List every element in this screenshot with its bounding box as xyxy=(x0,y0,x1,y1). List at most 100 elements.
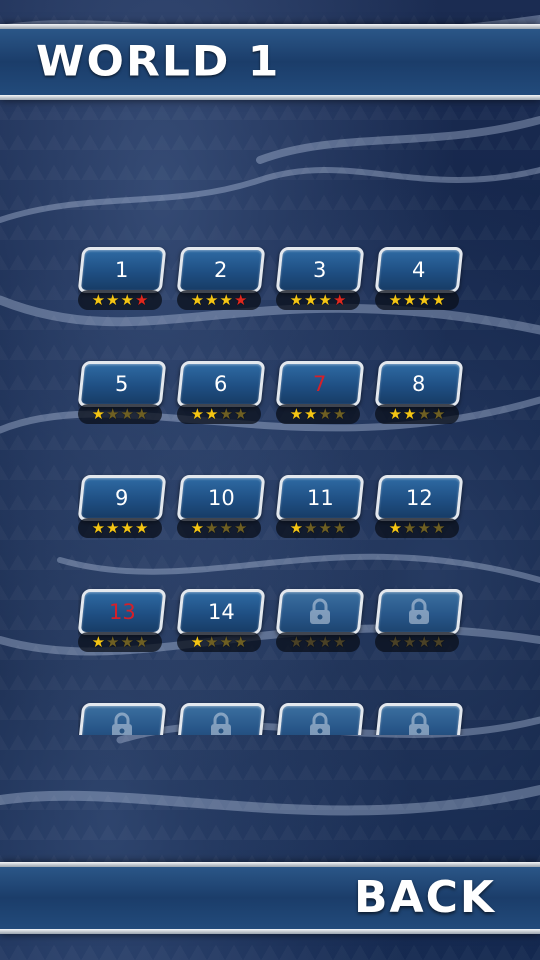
level-number: 9 xyxy=(115,486,129,510)
level-cell: 1 ★ ★ ★ ★ xyxy=(78,245,167,315)
star-icon: ★ xyxy=(120,632,134,651)
star-icon: ★ xyxy=(332,290,347,309)
level-cell: 3 ★ ★ ★ ★ xyxy=(275,245,365,315)
level-number: 8 xyxy=(412,372,426,396)
level-number: 14 xyxy=(207,600,235,624)
star-rating: ★ ★ ★ ★ xyxy=(375,290,459,310)
world-title: WORLD 1 xyxy=(36,37,281,86)
star-rating: ★ ★ ★ ★ xyxy=(177,404,261,424)
star-icon: ★ xyxy=(134,404,149,423)
level-number: 10 xyxy=(207,486,235,510)
star-icon: ★ xyxy=(304,404,318,423)
star-icon: ★ xyxy=(91,290,106,309)
level-button[interactable]: 5 xyxy=(78,361,167,407)
level-cell: 10 ★ ★ ★ ★ xyxy=(176,473,266,543)
level-button[interactable]: 2 xyxy=(176,247,266,293)
star-icon: ★ xyxy=(205,404,219,423)
level-cell: 9 ★ ★ ★ ★ xyxy=(78,473,167,543)
level-button[interactable]: 6 xyxy=(176,361,266,407)
level-button[interactable]: 13 xyxy=(78,589,167,635)
star-rating: ★ ★ ★ ★ xyxy=(375,404,459,424)
level-number: 2 xyxy=(214,258,228,282)
star-rating: ★ ★ ★ ★ xyxy=(177,518,261,538)
star-icon: ★ xyxy=(318,632,332,651)
level-button[interactable]: 4 xyxy=(374,247,464,293)
star-icon: ★ xyxy=(289,632,304,651)
star-rating: ★ ★ ★ ★ xyxy=(276,404,360,424)
level-cell: 8 ★ ★ ★ ★ xyxy=(374,359,464,429)
star-icon: ★ xyxy=(304,290,318,309)
star-rating: ★ ★ ★ ★ xyxy=(276,518,360,538)
level-number: 13 xyxy=(108,600,136,624)
header-bar: WORLD 1 xyxy=(0,24,540,100)
star-icon: ★ xyxy=(289,290,304,309)
star-icon: ★ xyxy=(388,632,403,651)
star-icon: ★ xyxy=(190,632,205,651)
star-icon: ★ xyxy=(219,404,233,423)
star-icon: ★ xyxy=(304,518,318,537)
star-rating: ★ ★ ★ ★ xyxy=(177,632,261,652)
star-icon: ★ xyxy=(417,290,431,309)
star-icon: ★ xyxy=(332,404,347,423)
level-number: 7 xyxy=(313,372,327,396)
star-icon: ★ xyxy=(106,404,120,423)
level-cell xyxy=(78,701,167,735)
star-icon: ★ xyxy=(403,404,417,423)
level-cell: 12 ★ ★ ★ ★ xyxy=(374,473,464,543)
star-icon: ★ xyxy=(91,404,106,423)
level-number: 12 xyxy=(405,486,433,510)
star-icon: ★ xyxy=(134,632,149,651)
star-icon: ★ xyxy=(431,632,446,651)
level-button[interactable]: 7 xyxy=(275,361,365,407)
back-button[interactable]: BACK xyxy=(354,872,496,923)
level-grid: 1 ★ ★ ★ ★ 2 ★ ★ ★ ★ 3 ★ ★ ★ ★ 4 ★ ★ ★ ★ 5 ★ ★ ★ ★ 6 ★ ★ ★ ★ 7 ★ ★ ★ ★ 8 ★ ★ ★ ★… xyxy=(78,245,468,735)
level-cell: 7 ★ ★ ★ ★ xyxy=(275,359,365,429)
level-button[interactable]: 10 xyxy=(176,475,266,521)
level-button-locked[interactable] xyxy=(275,589,365,635)
star-icon: ★ xyxy=(417,632,431,651)
star-icon: ★ xyxy=(417,404,431,423)
level-cell: 13 ★ ★ ★ ★ xyxy=(78,587,167,657)
star-icon: ★ xyxy=(219,518,233,537)
star-icon: ★ xyxy=(91,632,106,651)
star-icon: ★ xyxy=(120,404,134,423)
star-rating: ★ ★ ★ ★ xyxy=(78,404,162,424)
level-cell: 2 ★ ★ ★ ★ xyxy=(176,245,266,315)
level-button[interactable]: 1 xyxy=(78,247,167,293)
star-icon: ★ xyxy=(318,518,332,537)
star-rating: ★ ★ ★ ★ xyxy=(78,290,162,310)
star-icon: ★ xyxy=(120,518,134,537)
star-icon: ★ xyxy=(388,290,403,309)
star-icon: ★ xyxy=(431,518,446,537)
star-icon: ★ xyxy=(106,632,120,651)
level-button-locked[interactable] xyxy=(78,703,167,735)
level-button-locked[interactable] xyxy=(176,703,266,735)
level-button[interactable]: 11 xyxy=(275,475,365,521)
level-button[interactable]: 12 xyxy=(374,475,464,521)
level-button[interactable]: 3 xyxy=(275,247,365,293)
star-icon: ★ xyxy=(431,290,446,309)
star-icon: ★ xyxy=(91,518,106,537)
level-button[interactable]: 14 xyxy=(176,589,266,635)
star-rating: ★ ★ ★ ★ xyxy=(78,518,162,538)
padlock-icon xyxy=(307,598,333,626)
level-button[interactable]: 9 xyxy=(78,475,167,521)
star-icon: ★ xyxy=(388,518,403,537)
level-button-locked[interactable] xyxy=(374,703,464,735)
star-rating: ★ ★ ★ ★ xyxy=(375,632,459,652)
star-rating: ★ ★ ★ ★ xyxy=(276,632,360,652)
star-rating: ★ ★ ★ ★ xyxy=(276,290,360,310)
star-icon: ★ xyxy=(233,404,248,423)
star-icon: ★ xyxy=(106,518,120,537)
star-icon: ★ xyxy=(190,518,205,537)
star-icon: ★ xyxy=(120,290,134,309)
level-button-locked[interactable] xyxy=(275,703,365,735)
star-rating: ★ ★ ★ ★ xyxy=(375,518,459,538)
level-number: 6 xyxy=(214,372,228,396)
level-button-locked[interactable] xyxy=(374,589,464,635)
padlock-icon xyxy=(208,712,234,735)
padlock-icon xyxy=(109,712,135,735)
star-icon: ★ xyxy=(403,632,417,651)
level-cell xyxy=(176,701,266,735)
level-button[interactable]: 8 xyxy=(374,361,464,407)
